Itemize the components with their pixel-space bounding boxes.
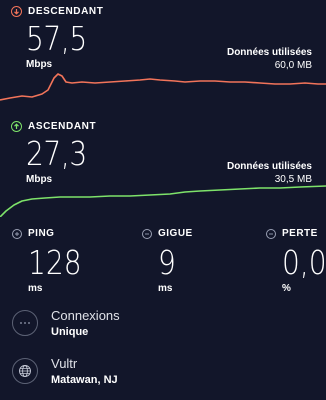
download-section: DESCENDANT 57,5 Mbps Données utilisées 6… — [0, 0, 326, 115]
connections-title: Connexions — [51, 308, 120, 323]
server-text: Vultr Matawan, NJ — [51, 356, 118, 386]
loss-value: 0,0 — [282, 243, 326, 282]
download-arrow-icon — [11, 6, 22, 17]
upload-speed-value: 27,3 — [26, 134, 87, 173]
jitter-metric: GIGUE 9 ms — [142, 228, 242, 298]
connections-icon — [12, 310, 38, 336]
ping-value: 128 — [28, 243, 82, 282]
jitter-value: 9 — [158, 243, 176, 282]
upload-label-row: ASCENDANT — [11, 121, 96, 132]
loss-unit: % — [282, 283, 291, 294]
download-label: DESCENDANT — [28, 6, 104, 17]
ping-label-row: PING — [12, 228, 112, 239]
jitter-label: GIGUE — [158, 228, 193, 239]
upload-arrow-icon — [11, 121, 22, 132]
upload-speed-graph — [0, 185, 326, 217]
upload-section: ASCENDANT 27,3 Mbps Données utilisées 30… — [0, 115, 326, 225]
ping-unit: ms — [28, 283, 43, 294]
connections-value: Unique — [51, 326, 89, 338]
jitter-label-row: GIGUE — [142, 228, 242, 239]
jitter-unit: ms — [158, 283, 173, 294]
download-label-row: DESCENDANT — [11, 6, 103, 17]
server-title: Vultr — [51, 356, 78, 371]
loss-metric: PERTE 0,0 % — [266, 228, 326, 298]
connections-row[interactable]: Connexions Unique — [12, 308, 120, 338]
download-data-used-label: Données utilisées — [226, 47, 312, 58]
download-speed-graph — [0, 73, 326, 101]
connections-text: Connexions Unique — [51, 308, 120, 338]
ping-metric: PING 128 ms — [12, 228, 112, 298]
jitter-icon — [142, 228, 152, 239]
ping-label: PING — [28, 228, 55, 239]
loss-label-row: PERTE — [266, 228, 326, 239]
server-row[interactable]: Vultr Matawan, NJ — [12, 356, 118, 386]
loss-label: PERTE — [282, 228, 318, 239]
ping-icon — [12, 228, 22, 239]
download-speed-value: 57,5 — [26, 19, 87, 58]
upload-label: ASCENDANT — [28, 121, 97, 132]
upload-data-used-label: Données utilisées — [226, 161, 312, 172]
server-location: Matawan, NJ — [51, 374, 118, 386]
loss-icon — [266, 228, 276, 239]
globe-icon — [12, 358, 38, 384]
